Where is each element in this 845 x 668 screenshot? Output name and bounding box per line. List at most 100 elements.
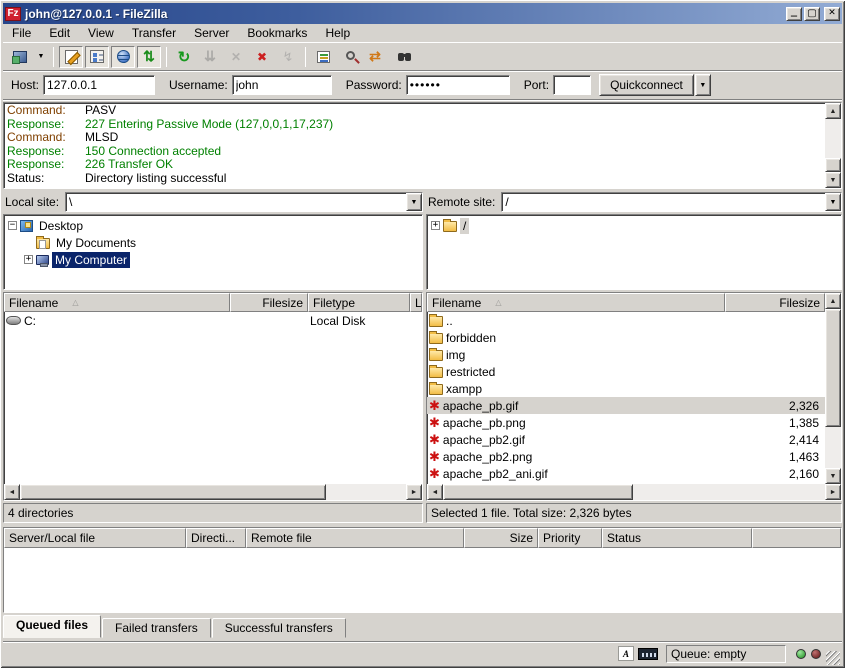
tree-item-my-computer[interactable]: My Computer (24, 251, 422, 268)
username-input[interactable] (232, 75, 332, 95)
log-vertical-scrollbar[interactable] (825, 103, 841, 188)
quickconnect-dropdown-button[interactable] (695, 74, 711, 96)
local-site-dropdown-button[interactable] (406, 193, 422, 211)
remote-row[interactable]: apache_pb2_ani.gif2,160 (427, 465, 825, 482)
local-horizontal-scrollbar[interactable] (4, 484, 422, 500)
remote-horizontal-scrollbar[interactable] (427, 484, 841, 500)
process-queue-button[interactable] (198, 46, 222, 68)
scroll-up-button[interactable] (825, 103, 841, 119)
transfer-type-ascii-icon: A (618, 646, 634, 661)
cancel-button[interactable] (224, 46, 248, 68)
tree-item-root[interactable]: / (431, 217, 841, 234)
directory-filter-button[interactable] (311, 46, 335, 68)
column-filetype[interactable]: Filetype (308, 293, 410, 312)
menu-server[interactable]: Server (185, 24, 238, 43)
maximize-button[interactable] (804, 7, 820, 21)
scrollbar-thumb[interactable] (443, 484, 633, 500)
column-size[interactable]: Size (464, 528, 538, 548)
scrollbar-thumb[interactable] (825, 158, 841, 172)
find-files-button[interactable] (389, 46, 413, 68)
resize-grip[interactable] (826, 651, 840, 665)
menu-transfer[interactable]: Transfer (123, 24, 185, 43)
remote-vertical-scrollbar[interactable] (825, 293, 841, 484)
column-filename[interactable]: Filename (4, 293, 230, 312)
local-site-value[interactable]: \ (66, 193, 406, 211)
filezilla-logo-icon: Fz (5, 7, 21, 21)
disconnect-button[interactable] (250, 46, 274, 68)
column-priority[interactable]: Priority (538, 528, 602, 548)
column-remote-file[interactable]: Remote file (246, 528, 464, 548)
site-manager-button[interactable] (8, 46, 32, 68)
queue-body[interactable] (4, 548, 841, 612)
menu-bookmarks[interactable]: Bookmarks (238, 24, 316, 43)
refresh-button[interactable] (172, 46, 196, 68)
collapse-icon[interactable] (8, 221, 17, 230)
remote-row[interactable]: restricted (427, 363, 825, 380)
minimize-button[interactable] (786, 7, 802, 21)
activity-led-green-icon (796, 649, 806, 659)
remote-site-combo[interactable]: / (501, 192, 842, 212)
column-filename[interactable]: Filename (427, 293, 725, 312)
close-button[interactable] (824, 7, 840, 21)
toggle-message-log-button[interactable] (59, 46, 83, 68)
remote-row[interactable]: .. (427, 312, 825, 329)
expand-icon[interactable] (431, 221, 440, 230)
remote-row[interactable]: img (427, 346, 825, 363)
remote-site-row: Remote site: / (426, 191, 842, 213)
tab-failed-transfers[interactable]: Failed transfers (102, 618, 211, 638)
tree-item-desktop[interactable]: Desktop (8, 217, 422, 234)
remote-row-selected[interactable]: apache_pb.gif2,326 (427, 397, 825, 414)
menu-edit[interactable]: Edit (40, 24, 79, 43)
column-direction[interactable]: Directi... (186, 528, 246, 548)
expand-icon[interactable] (24, 255, 33, 264)
remote-row[interactable]: apache_pb.png1,385 (427, 414, 825, 431)
transfer-queue-icon (143, 48, 155, 65)
disconnect-icon (257, 50, 267, 64)
site-manager-dropdown-button[interactable] (34, 46, 48, 68)
tree-item-my-documents[interactable]: My Documents (24, 234, 422, 251)
remote-site-dropdown-button[interactable] (825, 193, 841, 211)
column-filesize[interactable]: Filesize (230, 293, 308, 312)
reconnect-button[interactable] (276, 46, 300, 68)
menu-view[interactable]: View (79, 24, 123, 43)
tab-successful-transfers[interactable]: Successful transfers (212, 618, 346, 638)
column-spacer (752, 528, 841, 548)
directory-comparison-button[interactable] (337, 46, 361, 68)
port-input[interactable] (553, 75, 591, 95)
scrollbar-thumb[interactable] (20, 484, 326, 500)
scroll-left-button[interactable] (427, 484, 443, 500)
title-bar[interactable]: Fz john@127.0.0.1 - FileZilla (3, 3, 842, 24)
column-last-modified[interactable]: L (410, 293, 422, 312)
column-status[interactable]: Status (602, 528, 752, 548)
password-input[interactable] (406, 75, 510, 95)
column-server-local-file[interactable]: Server/Local file (4, 528, 186, 548)
quickconnect-button[interactable]: Quickconnect (599, 74, 694, 96)
synchronized-browsing-button[interactable] (363, 46, 387, 68)
folder-icon (429, 350, 443, 361)
column-filesize[interactable]: Filesize (725, 293, 825, 312)
toolbar (3, 43, 842, 71)
scroll-down-button[interactable] (825, 172, 841, 188)
scroll-right-button[interactable] (825, 484, 841, 500)
remote-row[interactable]: xampp (427, 380, 825, 397)
local-row-c-drive[interactable]: C: Local Disk (4, 312, 422, 329)
tab-queued-files[interactable]: Queued files (3, 615, 101, 638)
remote-site-value[interactable]: / (502, 193, 825, 211)
scroll-up-button[interactable] (825, 293, 841, 309)
remote-row[interactable]: apache_pb2.gif2,414 (427, 431, 825, 448)
toggle-local-tree-button[interactable] (85, 46, 109, 68)
log-line: Response:227 Entering Passive Mode (127,… (7, 118, 825, 132)
remote-row[interactable]: apache_pb2.png1,463 (427, 448, 825, 465)
menu-help[interactable]: Help (316, 24, 359, 43)
local-site-combo[interactable]: \ (65, 192, 423, 212)
toggle-transfer-queue-button[interactable] (137, 46, 161, 68)
scrollbar-thumb[interactable] (825, 309, 841, 427)
scroll-right-button[interactable] (406, 484, 422, 500)
host-input[interactable] (43, 75, 155, 95)
scroll-down-button[interactable] (825, 468, 841, 484)
toolbar-separator (166, 47, 167, 67)
remote-row[interactable]: forbidden (427, 329, 825, 346)
scroll-left-button[interactable] (4, 484, 20, 500)
toggle-remote-tree-button[interactable] (111, 46, 135, 68)
menu-file[interactable]: File (3, 24, 40, 43)
